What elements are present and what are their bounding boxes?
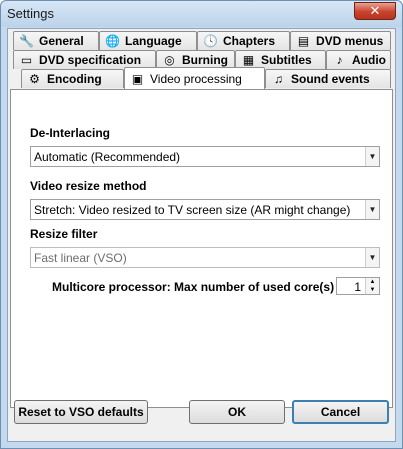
reset-defaults-button[interactable]: Reset to VSO defaults [14, 400, 148, 424]
title-bar[interactable]: Settings ✕ [1, 1, 402, 27]
disc-icon: ◎ [164, 53, 175, 67]
resize-filter-label: Resize filter [30, 227, 98, 241]
resize-method-value: Stretch: Video resized to TV screen size… [34, 203, 351, 217]
chevron-down-icon[interactable]: ▼ [370, 287, 376, 293]
tab-label: General [39, 34, 84, 48]
settings-window: Settings ✕ 🔧 General 🌐 Language 🕓 Chapte… [0, 0, 403, 449]
tab-label: Subtitles [261, 53, 312, 67]
tab-label: Encoding [47, 72, 102, 86]
resize-method-select[interactable]: Stretch: Video resized to TV screen size… [30, 199, 380, 220]
resize-method-label: Video resize method [30, 179, 147, 193]
tab-audio[interactable]: ♪ Audio [326, 50, 391, 69]
multicore-label: Multicore processor: Max number of used … [52, 280, 335, 294]
resize-filter-select[interactable]: Fast linear (VSO) ▼ [30, 247, 380, 268]
tab-general[interactable]: 🔧 General [13, 31, 99, 50]
video-processing-icon: ▣ [131, 71, 144, 86]
stepper-buttons[interactable]: ▲ ▼ [365, 278, 379, 294]
close-button[interactable]: ✕ [354, 2, 396, 20]
chevron-down-icon[interactable]: ▼ [365, 200, 379, 219]
deinterlacing-select[interactable]: Automatic (Recommended) ▼ [30, 146, 380, 167]
window-title: Settings [7, 6, 54, 21]
multicore-value: 1 [354, 280, 361, 294]
deinterlacing-value: Automatic (Recommended) [34, 150, 181, 164]
tab-row-3: ⚙ Encoding ▣ Video processing ♫ Sound ev… [8, 67, 395, 89]
tab-row-1: 🔧 General 🌐 Language 🕓 Chapters ▤ DVD me… [8, 31, 395, 50]
tab-sound-events[interactable]: ♫ Sound events [265, 69, 391, 88]
gear-icon: ⚙ [29, 72, 40, 86]
globe-icon: 🌐 [105, 34, 120, 48]
sound-events-icon: ♫ [274, 72, 283, 86]
ok-button[interactable]: OK [189, 400, 285, 424]
tab-language[interactable]: 🌐 Language [99, 31, 197, 50]
tab-label: Audio [352, 53, 386, 67]
tab-label: DVD menus [316, 34, 384, 48]
tab-video-processing[interactable]: ▣ Video processing [124, 67, 265, 89]
subtitles-icon: ▦ [242, 53, 255, 67]
chevron-down-icon[interactable]: ▼ [365, 147, 379, 166]
tab-label: Sound events [291, 72, 370, 86]
cancel-button[interactable]: Cancel [292, 400, 389, 424]
clock-icon: 🕓 [203, 34, 218, 48]
chevron-up-icon[interactable]: ▲ [370, 279, 376, 285]
deinterlacing-label: De-Interlacing [30, 126, 111, 140]
tab-label: Language [125, 34, 182, 48]
tab-label: Burning [182, 53, 228, 67]
tab-chapters[interactable]: 🕓 Chapters [197, 31, 290, 50]
close-icon: ✕ [369, 3, 381, 18]
chevron-down-icon[interactable]: ▼ [365, 248, 379, 267]
music-note-icon: ♪ [336, 53, 343, 67]
tab-label: Chapters [223, 34, 276, 48]
monitor-icon: ▭ [20, 53, 33, 67]
wrench-icon: 🔧 [19, 34, 34, 48]
menu-list-icon: ▤ [297, 34, 310, 48]
tab-label: Video processing [150, 71, 242, 86]
multicore-stepper[interactable]: 1 ▲ ▼ [336, 277, 380, 295]
tab-label: DVD specification [39, 53, 142, 67]
resize-filter-value: Fast linear (VSO) [34, 251, 127, 265]
video-processing-panel: De-Interlacing Automatic (Recommended) ▼… [10, 89, 393, 408]
tab-dvd-menus[interactable]: ▤ DVD menus [290, 31, 391, 50]
tab-encoding[interactable]: ⚙ Encoding [21, 69, 124, 88]
dialog-body: 🔧 General 🌐 Language 🕓 Chapters ▤ DVD me… [7, 28, 396, 442]
